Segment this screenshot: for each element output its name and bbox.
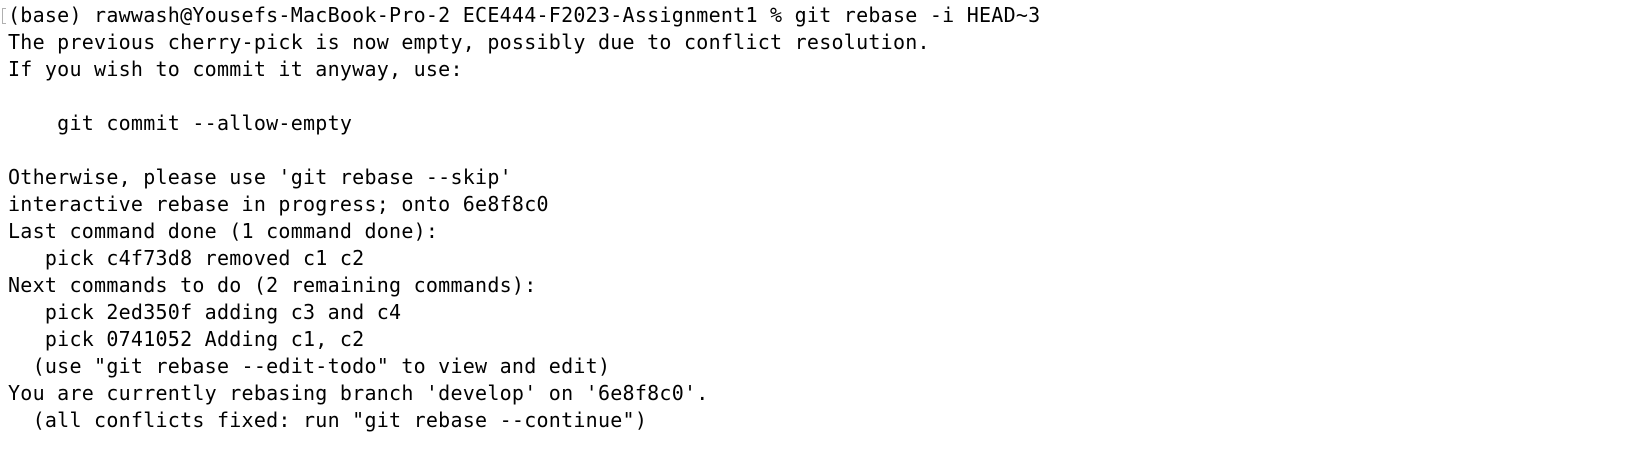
terminal-output[interactable]: (base) rawwash@Yousefs-MacBook-Pro-2 ECE… [2,2,1624,468]
output-line: (use "git rebase --edit-todo" to view an… [8,354,611,378]
prompt-mark-icon [2,8,6,24]
output-line: (all conflicts fixed: run "git rebase --… [8,408,648,432]
prompt-line: (base) rawwash@Yousefs-MacBook-Pro-2 ECE… [8,3,1041,27]
output-line: You are currently rebasing branch 'devel… [8,381,709,405]
output-line: interactive rebase in progress; onto 6e8… [8,192,549,216]
output-line: Next commands to do (2 remaining command… [8,273,537,297]
output-line: pick c4f73d8 removed c1 c2 [8,246,365,270]
output-line: Last command done (1 command done): [8,219,439,243]
output-line: Otherwise, please use 'git rebase --skip… [8,165,512,189]
output-line: git commit --allow-empty [8,111,353,135]
output-line: pick 0741052 Adding c1, c2 [8,327,365,351]
output-line: The previous cherry-pick is now empty, p… [8,30,930,54]
output-line: If you wish to commit it anyway, use: [8,57,463,81]
output-line: pick 2ed350f adding c3 and c4 [8,300,402,324]
